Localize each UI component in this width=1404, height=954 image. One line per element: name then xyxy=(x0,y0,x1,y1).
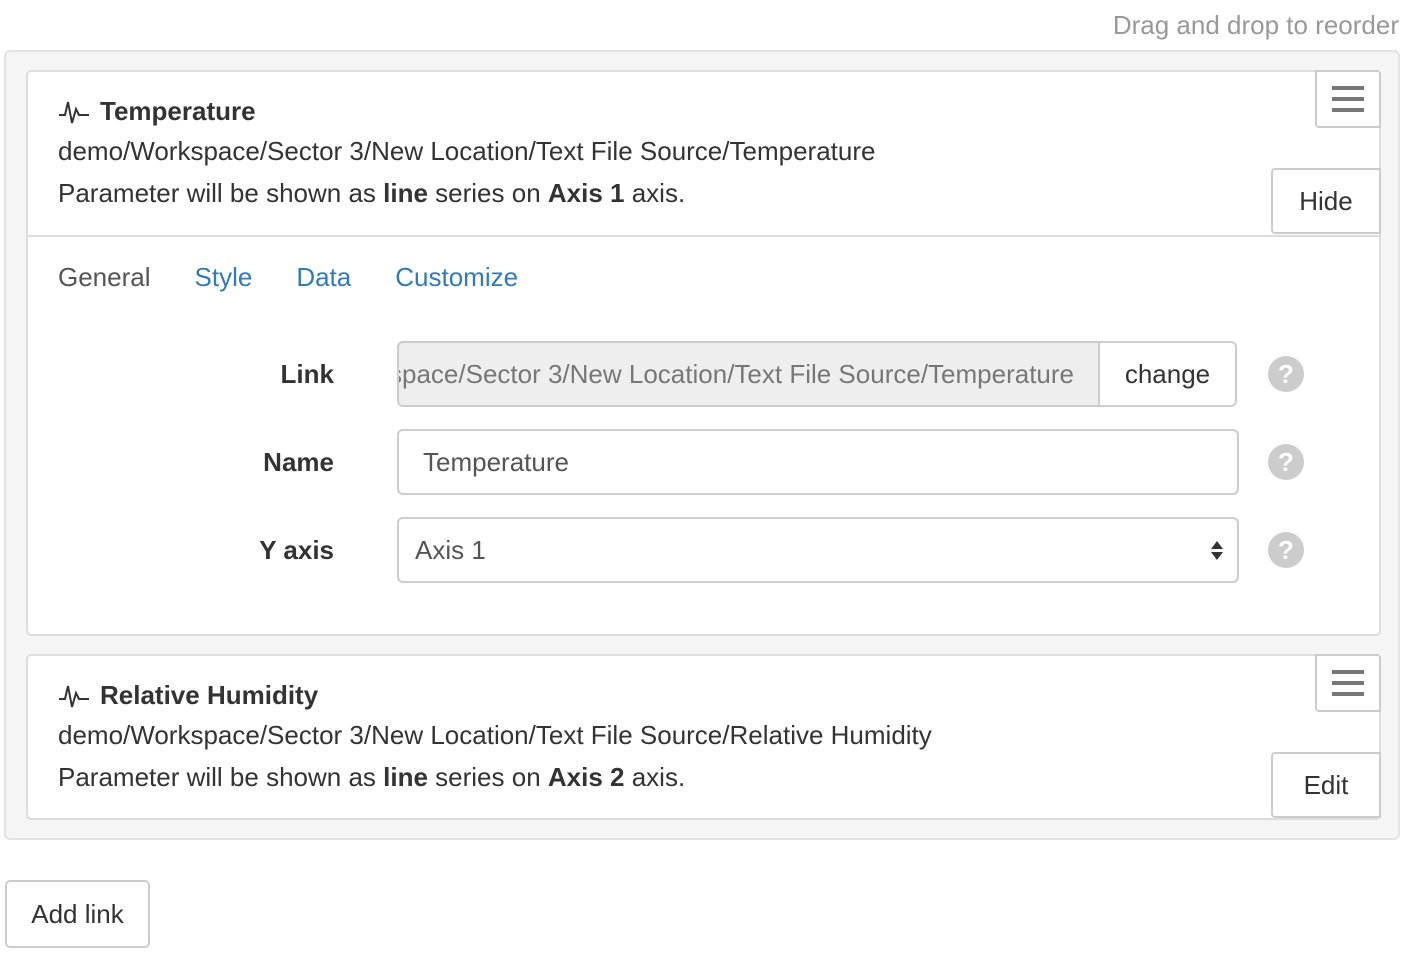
link-label: Link xyxy=(280,359,334,389)
parameter-tabs: General Style Data Customize xyxy=(58,262,518,293)
parameter-path: demo/Workspace/Sector 3/New Location/Tex… xyxy=(58,720,932,750)
parameter-path: demo/Workspace/Sector 3/New Location/Tex… xyxy=(58,136,876,166)
yaxis-row: Y axis Axis 1 ? xyxy=(28,517,1379,583)
select-arrows-icon xyxy=(1211,540,1223,560)
parameter-title-text: Relative Humidity xyxy=(100,680,319,710)
parameters-container: Temperature demo/Workspace/Sector 3/New … xyxy=(4,50,1400,840)
reorder-hint: Drag and drop to reorder xyxy=(1112,10,1399,40)
parameter-description: Parameter will be shown as line series o… xyxy=(58,178,686,208)
add-link-button[interactable]: Add link xyxy=(5,880,150,948)
hide-button[interactable]: Hide xyxy=(1271,168,1381,234)
change-button[interactable]: change xyxy=(1098,343,1235,405)
help-link-icon[interactable]: ? xyxy=(1268,356,1304,392)
parameter-title: Relative Humidity xyxy=(58,680,318,711)
name-input[interactable]: Temperature xyxy=(397,429,1239,495)
drag-handle-menu-icon[interactable] xyxy=(1315,654,1381,712)
parameter-title-text: Temperature xyxy=(100,96,256,126)
yaxis-label: Y axis xyxy=(259,535,334,565)
link-field: demo/Workspace/Sector 3/New Location/Tex… xyxy=(397,341,1237,407)
parameter-panel-humidity: Relative Humidity demo/Workspace/Sector … xyxy=(26,654,1381,820)
name-row: Name Temperature ? xyxy=(28,429,1379,495)
edit-button[interactable]: Edit xyxy=(1271,752,1381,818)
panel-divider xyxy=(28,235,1379,237)
help-yaxis-icon[interactable]: ? xyxy=(1268,532,1304,568)
pulse-icon xyxy=(59,101,89,123)
parameter-description: Parameter will be shown as line series o… xyxy=(58,762,686,792)
pulse-icon xyxy=(59,685,89,707)
tab-customize[interactable]: Customize xyxy=(395,262,518,293)
tab-style[interactable]: Style xyxy=(195,262,253,293)
name-label: Name xyxy=(263,447,334,477)
yaxis-select[interactable]: Axis 1 xyxy=(397,517,1239,583)
drag-handle-menu-icon[interactable] xyxy=(1315,70,1381,128)
yaxis-value: Axis 1 xyxy=(415,534,486,565)
parameter-title: Temperature xyxy=(58,96,256,127)
tab-data[interactable]: Data xyxy=(296,262,351,293)
help-name-icon[interactable]: ? xyxy=(1268,444,1304,480)
link-value: demo/Workspace/Sector 3/New Location/Tex… xyxy=(399,358,1074,389)
parameter-panel-temperature: Temperature demo/Workspace/Sector 3/New … xyxy=(26,70,1381,636)
tab-general[interactable]: General xyxy=(58,262,151,293)
link-row: Link demo/Workspace/Sector 3/New Locatio… xyxy=(28,341,1379,407)
name-value: Temperature xyxy=(423,446,569,477)
